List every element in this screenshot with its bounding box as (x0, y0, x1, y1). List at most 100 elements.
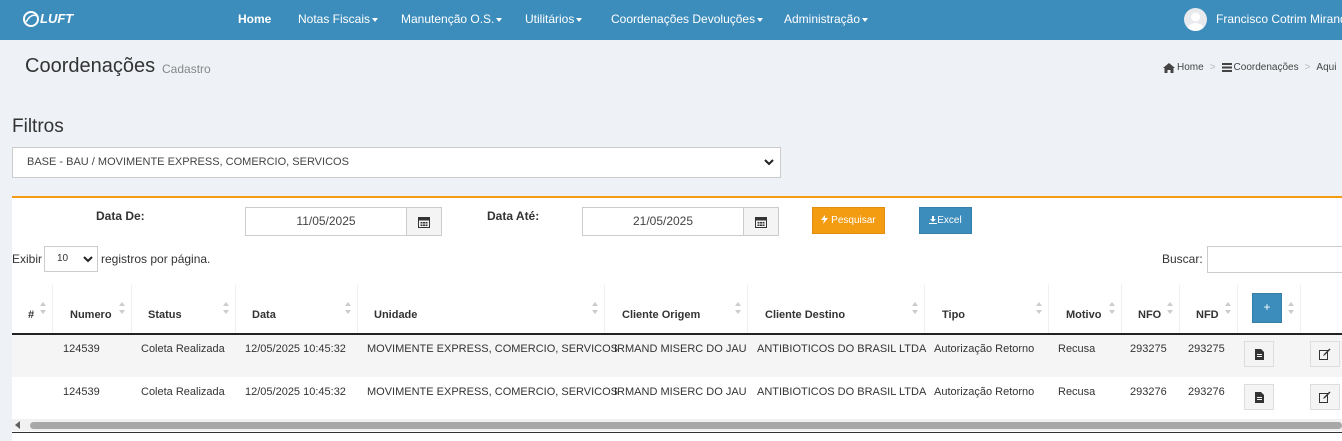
breadcrumb-separator: > (1304, 62, 1311, 73)
home-icon (1163, 62, 1175, 73)
sort-icon (1036, 302, 1042, 314)
page-length-label: Exibir (12, 252, 43, 266)
cell-numero: 124539 (63, 386, 100, 398)
cell-cliente-origem: IRMAND MISERC DO JAU (614, 386, 747, 398)
date-to-label: Data Até: (487, 209, 540, 223)
cell-status: Coleta Realizada (141, 386, 225, 398)
top-navbar: LUFT Home Notas Fiscais Manutenção O.S. … (0, 0, 1342, 40)
sort-icon (735, 302, 741, 314)
edit-icon (1319, 348, 1331, 360)
nav-coordenacoes-devolucoes[interactable]: Coordenações Devoluções (611, 0, 764, 40)
cell-tipo: Autorização Retorno (934, 343, 1035, 355)
user-silhouette-icon (1187, 12, 1204, 31)
col-header-motivo[interactable]: Motivo (1049, 284, 1122, 334)
breadcrumb-current: Aqui (1316, 62, 1337, 73)
cell-unidade: MOVIMENTE EXPRESS, COMERCIO, SERVICOS (367, 386, 619, 398)
date-from-calendar-button[interactable] (406, 207, 442, 236)
cell-numero: 124539 (63, 343, 100, 355)
table-search-input[interactable] (1207, 246, 1342, 273)
file-icon (1254, 348, 1264, 360)
search-button[interactable]: Pesquisar (812, 207, 885, 234)
sort-icon (40, 302, 46, 314)
col-header-unidade[interactable]: Unidade (358, 284, 605, 334)
per-page-label: registros por página. (101, 252, 211, 266)
col-header-index[interactable]: # (12, 284, 53, 334)
cell-cliente-origem: IRMAND MISERC DO JAU (614, 343, 747, 355)
nav-administracao[interactable]: Administração (784, 0, 869, 40)
sort-icon (223, 302, 229, 314)
col-header-nfd[interactable]: NFD (1180, 284, 1238, 334)
caret-down-icon (757, 17, 764, 22)
sort-icon (912, 302, 918, 314)
cell-data: 12/05/2025 10:45:32 (245, 386, 346, 398)
calendar-icon (755, 216, 767, 228)
view-document-button[interactable] (1244, 384, 1274, 410)
edit-icon (1319, 391, 1331, 403)
cell-status: Coleta Realizada (141, 343, 225, 355)
cell-nfd: 293276 (1188, 386, 1225, 398)
date-to-input[interactable]: 21/05/2025 (582, 207, 744, 236)
col-header-cliente-destino[interactable]: Cliente Destino (748, 284, 925, 334)
page-subtitle: Cadastro (162, 62, 211, 76)
sort-icon (1225, 302, 1231, 314)
user-name[interactable]: Francisco Cotrim Mirand (1216, 0, 1342, 38)
page-length-select[interactable]: 10 (44, 246, 98, 272)
caret-down-icon (372, 17, 379, 22)
table-row[interactable] (12, 377, 1342, 419)
svg-text:LUFT: LUFT (40, 11, 74, 26)
add-button[interactable]: + (1252, 293, 1282, 323)
page-title: Coordenações (25, 55, 156, 77)
col-header-data[interactable]: Data (236, 284, 358, 334)
filters-title: Filtros (12, 116, 64, 137)
scroll-left-arrow-icon[interactable] (15, 421, 20, 429)
cell-nfo: 293275 (1130, 343, 1167, 355)
base-select-value: BASE - BAU / MOVIMENTE EXPRESS, COMERCIO… (27, 156, 349, 168)
edit-button[interactable] (1310, 341, 1340, 367)
breadcrumb-home[interactable]: Home (1177, 62, 1204, 73)
table-row[interactable] (12, 335, 1342, 377)
breadcrumb-coordenacoes[interactable]: Coordenações (1234, 62, 1299, 73)
bolt-icon (821, 215, 829, 224)
cell-motivo: Recusa (1058, 343, 1096, 355)
calendar-icon (418, 216, 430, 228)
caret-down-icon (862, 17, 869, 22)
chevron-down-icon (764, 159, 774, 166)
caret-down-icon (576, 17, 583, 22)
sort-icon (1109, 302, 1115, 314)
sort-icon (119, 302, 125, 314)
breadcrumb-separator: > (1209, 62, 1216, 73)
cell-cliente-destino: ANTIBIOTICOS DO BRASIL LTDA (757, 386, 927, 398)
sort-icon (1288, 302, 1294, 314)
edit-button[interactable] (1310, 384, 1340, 410)
sort-icon (592, 302, 598, 314)
list-icon (1221, 63, 1232, 72)
excel-button[interactable]: Excel (919, 207, 972, 234)
cell-data: 12/05/2025 10:45:32 (245, 343, 346, 355)
file-icon (1254, 391, 1264, 403)
col-header-status[interactable]: Status (132, 284, 236, 334)
date-from-label: Data De: (96, 209, 145, 223)
scrollbar-thumb[interactable] (30, 422, 1342, 429)
col-header-tipo[interactable]: Tipo (925, 284, 1049, 334)
chevron-down-icon (83, 256, 93, 263)
col-header-numero[interactable]: Numero (53, 284, 132, 334)
sort-icon (345, 302, 351, 314)
luft-logo[interactable]: LUFT (22, 9, 82, 29)
nav-notas-fiscais[interactable]: Notas Fiscais (298, 0, 379, 40)
nav-manutencao-os[interactable]: Manutenção O.S. (401, 0, 503, 40)
date-to-calendar-button[interactable] (743, 207, 779, 236)
view-document-button[interactable] (1244, 341, 1274, 367)
nav-utilitarios[interactable]: Utilitários (525, 0, 583, 40)
user-avatar[interactable] (1184, 8, 1207, 31)
cell-nfo: 293276 (1130, 386, 1167, 398)
sort-icon (1167, 302, 1173, 314)
base-select[interactable]: BASE - BAU / MOVIMENTE EXPRESS, COMERCIO… (12, 147, 781, 178)
cell-cliente-destino: ANTIBIOTICOS DO BRASIL LTDA (757, 343, 927, 355)
cell-tipo: Autorização Retorno (934, 386, 1035, 398)
col-header-nfo[interactable]: NFO (1122, 284, 1180, 334)
nav-home[interactable]: Home (238, 0, 271, 40)
horizontal-scrollbar[interactable] (12, 419, 1342, 431)
date-from-input[interactable]: 11/05/2025 (245, 207, 407, 236)
col-header-cliente-origem[interactable]: Cliente Origem (605, 284, 748, 334)
cell-motivo: Recusa (1058, 386, 1096, 398)
